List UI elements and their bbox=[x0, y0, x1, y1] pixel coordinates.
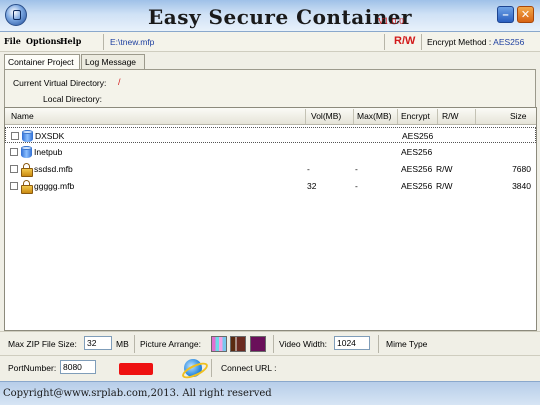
settings-divider bbox=[378, 335, 379, 353]
row-encrypt: AES256 bbox=[401, 147, 433, 157]
port-number-label: PortNumber: bbox=[8, 363, 57, 373]
column-divider[interactable] bbox=[305, 109, 306, 124]
current-virtual-directory-value: / bbox=[118, 77, 121, 87]
file-list[interactable]: Name Vol(MB) Max(MB) Encrypt R/W Size DX… bbox=[4, 107, 537, 331]
row-checkbox[interactable] bbox=[10, 165, 18, 173]
row-size: 7680 bbox=[512, 164, 531, 174]
row-checkbox[interactable] bbox=[10, 182, 18, 190]
footer-bar: Copyright@www.srplab.com,2013. All right… bbox=[0, 381, 540, 405]
row-max: - bbox=[355, 181, 358, 191]
browser-icon[interactable] bbox=[184, 359, 202, 377]
max-zip-size-unit: MB bbox=[116, 339, 129, 349]
picture-arrange-option[interactable] bbox=[250, 336, 266, 352]
settings-divider bbox=[273, 335, 274, 353]
row-encrypt: AES256 bbox=[401, 164, 433, 174]
column-header-encrypt[interactable]: Encrypt bbox=[401, 111, 430, 121]
row-name: ggggg.mfb bbox=[34, 181, 75, 191]
row-encrypt: AES256 bbox=[401, 181, 433, 191]
list-row[interactable]: ssdsd.mfb - - AES256 R/W 7680 bbox=[5, 161, 536, 177]
row-name: ssdsd.mfb bbox=[34, 164, 73, 174]
list-row[interactable]: DXSDK AES256 bbox=[5, 127, 536, 143]
lock-icon bbox=[21, 180, 33, 194]
column-header-vol[interactable]: Vol(MB) bbox=[311, 111, 341, 121]
picture-arrange-label: Picture Arrange: bbox=[140, 339, 201, 349]
video-width-label: Video Width: bbox=[279, 339, 328, 349]
settings-divider bbox=[134, 335, 135, 353]
zip-settings-bar: Max ZIP File Size: 32 MB Picture Arrange… bbox=[0, 331, 540, 355]
minimize-button[interactable]: – bbox=[497, 6, 514, 23]
tab-log-message[interactable]: Log Message bbox=[81, 54, 145, 69]
row-vol: 32 bbox=[307, 181, 317, 191]
row-vol: - bbox=[307, 164, 310, 174]
column-header-max[interactable]: Max(MB) bbox=[357, 111, 391, 121]
settings-divider bbox=[211, 359, 212, 377]
row-checkbox[interactable] bbox=[11, 132, 19, 140]
menu-help[interactable]: Help bbox=[60, 36, 81, 46]
column-header-size[interactable]: Size bbox=[510, 111, 527, 121]
menu-divider bbox=[421, 34, 422, 50]
row-size: 3840 bbox=[512, 181, 531, 191]
database-icon bbox=[21, 146, 32, 158]
port-number-input[interactable]: 8080 bbox=[60, 360, 96, 374]
encrypt-method-label: Encrypt Method : bbox=[427, 37, 492, 47]
encrypt-method-value: AES256 bbox=[493, 37, 525, 47]
row-max: - bbox=[355, 164, 358, 174]
connect-url-label: Connect URL : bbox=[221, 363, 277, 373]
mime-type-label[interactable]: Mime Type bbox=[386, 339, 427, 349]
app-version: V1.0.0 bbox=[378, 17, 405, 26]
row-rw: R/W bbox=[436, 181, 453, 191]
app-title: Easy Secure Container bbox=[148, 5, 413, 29]
list-row[interactable]: ggggg.mfb 32 - AES256 R/W 3840 bbox=[5, 178, 536, 194]
max-zip-size-input[interactable]: 32 bbox=[84, 336, 112, 350]
tab-container-project[interactable]: Container Project bbox=[4, 54, 80, 70]
close-button[interactable]: ✕ bbox=[517, 6, 534, 23]
row-rw: R/W bbox=[436, 164, 453, 174]
menu-bar: File Options Help E:\tnew.mfp R/W Encryp… bbox=[0, 32, 540, 52]
server-settings-bar: PortNumber: 8080 Connect URL : bbox=[0, 355, 540, 380]
row-name: Inetpub bbox=[34, 147, 63, 157]
column-divider[interactable] bbox=[397, 109, 398, 124]
column-header-name[interactable]: Name bbox=[11, 111, 34, 121]
list-row[interactable]: Inetpub AES256 bbox=[5, 144, 536, 160]
app-logo-icon bbox=[5, 4, 27, 26]
picture-arrange-option[interactable] bbox=[211, 336, 227, 352]
menu-options[interactable]: Options bbox=[26, 36, 61, 46]
rw-status-flag: R/W bbox=[394, 35, 416, 47]
max-zip-size-label: Max ZIP File Size: bbox=[8, 339, 77, 349]
column-header-rw[interactable]: R/W bbox=[442, 111, 459, 121]
row-encrypt: AES256 bbox=[402, 131, 434, 141]
column-divider[interactable] bbox=[353, 109, 354, 124]
list-header: Name Vol(MB) Max(MB) Encrypt R/W Size bbox=[5, 108, 536, 125]
database-icon bbox=[22, 130, 33, 142]
lock-icon bbox=[21, 163, 33, 177]
video-width-input[interactable]: 1024 bbox=[334, 336, 370, 350]
menu-file[interactable]: File bbox=[4, 36, 21, 46]
menu-divider bbox=[103, 34, 104, 50]
encrypt-method: Encrypt Method : AES256 bbox=[427, 37, 524, 47]
server-status-indicator[interactable] bbox=[119, 363, 153, 375]
column-divider[interactable] bbox=[437, 109, 438, 124]
picture-arrange-option[interactable] bbox=[230, 336, 246, 352]
current-virtual-directory-label: Current Virtual Directory: bbox=[13, 78, 107, 88]
row-checkbox[interactable] bbox=[10, 148, 18, 156]
column-divider[interactable] bbox=[475, 109, 476, 124]
project-file-path: E:\tnew.mfp bbox=[110, 37, 155, 47]
local-directory-label: Local Directory: bbox=[43, 94, 103, 104]
menu-divider bbox=[384, 34, 385, 50]
row-name: DXSDK bbox=[35, 131, 65, 141]
copyright-text: Copyright@www.srplab.com,2013. All right… bbox=[3, 388, 272, 399]
title-bar: Easy Secure Container V1.0.0 – ✕ bbox=[0, 0, 540, 32]
